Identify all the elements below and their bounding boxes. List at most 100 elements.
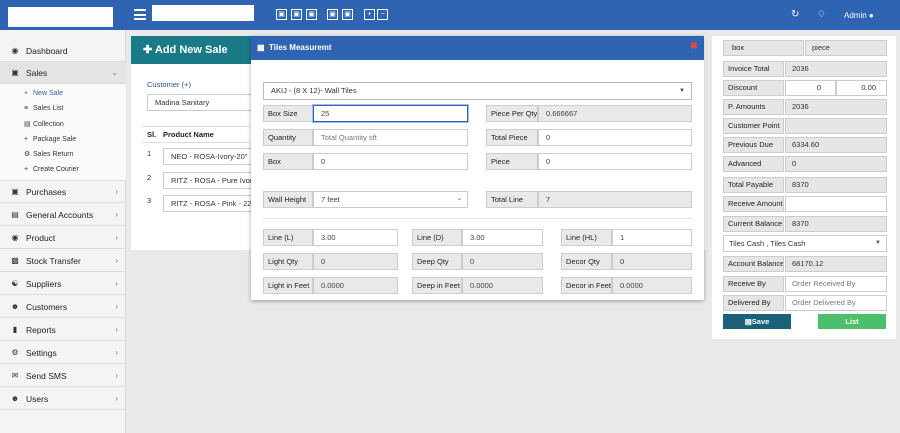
customer-select[interactable]: Madina Sanitary (147, 94, 257, 111)
submenu-create-courier[interactable]: + Create Courier (24, 165, 79, 175)
line-d-input[interactable]: 3.00 (462, 229, 543, 246)
sidebar-item-reports[interactable]: ▮ Reports › (0, 319, 126, 341)
bell-icon[interactable]: ♢ (817, 10, 826, 20)
cart-icon: ▣ (11, 68, 19, 77)
previous-due-row: Previous Due 6334.60 (723, 137, 887, 153)
discount-percent-input[interactable]: 0.00 (836, 80, 887, 96)
box-label: Box (263, 153, 313, 170)
line-hl-input[interactable]: 1 (612, 229, 692, 246)
sidebar-item-users[interactable]: ☻ Users › (0, 388, 126, 410)
submenu-sales-return[interactable]: ⚙ Sales Return (24, 150, 73, 160)
sidebar-item-settings[interactable]: ⚙ Settings › (0, 342, 126, 364)
plus-box-icon[interactable]: + (364, 9, 375, 20)
product-icon: ◉ (11, 233, 19, 242)
plus-icon: + (24, 90, 29, 97)
decor-in-feet-value: 0.0000 (612, 277, 692, 294)
modal-header: ▦ Tiles Measuremt (251, 36, 704, 60)
submenu-collection[interactable]: ▤ Collection (24, 120, 64, 130)
submenu-package-sale[interactable]: + Package Sale (24, 135, 76, 145)
sidebar-item-product[interactable]: ◉ Product › (0, 227, 126, 249)
quantity-label: Quantity (263, 129, 313, 146)
search-input[interactable] (152, 5, 254, 21)
sidebar-item-label: Product (26, 233, 56, 243)
modal-title: Tiles Measuremt (269, 43, 332, 52)
envelope-icon: ✉ (11, 371, 19, 380)
logo[interactable] (8, 7, 113, 27)
cart-icon[interactable]: ▣ (342, 9, 353, 20)
delivered-by-input[interactable]: Order Delivered By (785, 295, 887, 311)
wall-height-select[interactable]: 7 feet ⌄ (313, 191, 468, 208)
sidebar-item-label: Dashboard (26, 46, 68, 56)
quantity-input[interactable]: Total Quantity sft (313, 129, 468, 146)
accounts-icon: ▤ (11, 210, 19, 219)
advanced-value: 0 (785, 156, 887, 172)
decor-qty-label: Decor Qty (561, 253, 612, 270)
row-product-input[interactable]: NEO - ROSA-Ivory-20" (163, 148, 257, 165)
chevron-right-icon: › (115, 210, 118, 219)
calculator-icon: ▦ (257, 43, 265, 52)
list-button[interactable]: List (818, 314, 886, 329)
row-product-input[interactable]: RITZ - ROSA - Pure Ivory (163, 172, 257, 189)
admin-menu[interactable]: Admin ● (844, 11, 874, 20)
sidebar-item-customers[interactable]: ☻ Customers › (0, 296, 126, 318)
chevron-right-icon: › (115, 302, 118, 311)
refresh-icon[interactable]: ↻ (791, 10, 799, 20)
sidebar-item-purchases[interactable]: ▣ Purchases › (0, 181, 126, 203)
sidebar-item-send-sms[interactable]: ✉ Send SMS › (0, 365, 126, 387)
tiles-measurement-modal: ▦ Tiles Measuremt ✖ AKIJ - (8 X 12)- Wal… (251, 36, 704, 300)
piece-input[interactable]: 0 (538, 153, 692, 170)
total-line-label: Total Line (486, 191, 538, 208)
sidebar-item-label: Sales (26, 68, 48, 78)
row-product-input[interactable]: RITZ - ROSA - Pink - 22" (163, 195, 257, 212)
tile-product-value: AKIJ - (8 X 12)- Wall Tiles (271, 86, 357, 95)
receive-amount-input[interactable] (785, 196, 887, 212)
cart-icon[interactable]: ▣ (306, 9, 317, 20)
cart-icon: ▣ (11, 187, 19, 196)
caret-down-icon: ▼ (679, 88, 685, 94)
chevron-right-icon: › (115, 233, 118, 242)
current-balance-label: Current Balance (723, 216, 784, 232)
deep-in-feet-label: Deep in Feet (412, 277, 462, 294)
gear-icon: ⚙ (24, 151, 31, 158)
sidebar-item-sales[interactable]: ▣ Sales ⌄ (0, 62, 126, 84)
cart-icon[interactable]: ▣ (327, 9, 338, 20)
line-l-input[interactable]: 3.00 (313, 229, 398, 246)
customer-label[interactable]: Customer (+) (147, 80, 191, 89)
save-button[interactable]: ▤Save (723, 314, 791, 329)
box-input[interactable]: 0 (313, 153, 468, 170)
receive-by-label: Receive By (723, 276, 784, 292)
light-in-feet-label: Light in Feet (263, 277, 313, 294)
light-qty-value: 0 (313, 253, 398, 270)
hamburger-menu-icon[interactable] (134, 9, 146, 20)
sidebar-item-stock-transfer[interactable]: ▩ Stock Transfer › (0, 250, 126, 272)
sidebar-item-label: Settings (26, 348, 57, 358)
p-amounts-label: P. Amounts (723, 99, 784, 115)
receive-amount-row: Receive Amount (723, 196, 887, 212)
sidebar-item-suppliers[interactable]: ☯ Suppliers › (0, 273, 126, 295)
submenu-label: New Sale (33, 90, 63, 97)
sidebar-item-label: Purchases (26, 187, 67, 197)
discount-input[interactable]: 0 (785, 80, 836, 96)
wall-height-value: 7 feet (321, 195, 340, 204)
tile-product-select[interactable]: AKIJ - (8 X 12)- Wall Tiles ▼ (263, 82, 692, 100)
sidebar-item-dashboard[interactable]: ◉ Dashboard (0, 40, 126, 62)
submenu-sales-list[interactable]: ≡ Sales List (24, 104, 63, 114)
receive-by-input[interactable]: Order Received By (785, 276, 887, 292)
submenu-new-sale[interactable]: + New Sale (24, 89, 63, 99)
plus-icon: + (24, 166, 29, 173)
sidebar-item-label: Reports (26, 325, 56, 335)
submenu-label: Create Courier (33, 166, 79, 173)
box-size-label: Box Size (263, 105, 313, 122)
close-icon[interactable]: ✖ (690, 41, 698, 53)
sidebar-item-general-accounts[interactable]: ▤ General Accounts › (0, 204, 126, 226)
minus-box-icon[interactable]: − (377, 9, 388, 20)
cart-icon[interactable]: ▣ (291, 9, 302, 20)
piece-label: Piece (486, 153, 538, 170)
payment-method-select[interactable]: Tiles Cash , Tiles Cash ▼ (723, 235, 887, 252)
box-size-input[interactable]: 25 (313, 105, 468, 122)
piece-per-qty-label: Piece Per Qty (486, 105, 538, 122)
list-icon: ≡ (24, 105, 29, 112)
total-piece-input[interactable]: 0 (538, 129, 692, 146)
account-balance-row: Account Balance: 68170.12 (723, 256, 887, 272)
cart-icon[interactable]: ▣ (276, 9, 287, 20)
